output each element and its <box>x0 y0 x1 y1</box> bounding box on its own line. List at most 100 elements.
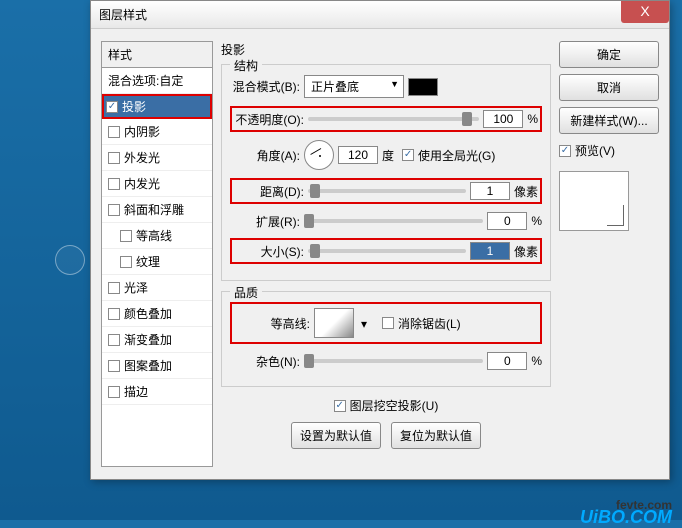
center-panel: 投影 结构 混合模式(B): 正片叠底 不透明度(O): 100 % 角度(A)… <box>221 41 551 467</box>
style-item-gradient-overlay[interactable]: 渐变叠加 <box>102 327 212 353</box>
ok-button[interactable]: 确定 <box>559 41 659 68</box>
antialias-label: 消除锯齿(L) <box>398 315 461 332</box>
style-item-color-overlay[interactable]: 颜色叠加 <box>102 301 212 327</box>
opacity-unit: % <box>527 112 538 126</box>
style-label: 渐变叠加 <box>124 331 172 348</box>
style-item-texture[interactable]: 纹理 <box>102 249 212 275</box>
blend-mode-dropdown[interactable]: 正片叠底 <box>304 75 404 98</box>
layer-style-dialog: 图层样式 X 样式 混合选项:自定 投影 内阴影 外发光 内发光 <box>90 0 670 480</box>
cancel-button[interactable]: 取消 <box>559 74 659 101</box>
opacity-input[interactable]: 100 <box>483 110 523 128</box>
checkbox-icon[interactable] <box>120 256 132 268</box>
close-button[interactable]: X <box>621 1 669 23</box>
checkbox-icon[interactable] <box>108 204 120 216</box>
size-label: 大小(S): <box>234 243 304 260</box>
noise-unit: % <box>531 354 542 368</box>
global-light-checkbox[interactable] <box>402 149 414 161</box>
blend-mode-label: 混合模式(B): <box>230 78 300 95</box>
structure-title: 结构 <box>230 57 262 74</box>
spread-unit: % <box>531 214 542 228</box>
angle-input[interactable]: 120 <box>338 146 378 164</box>
size-slider[interactable] <box>308 249 466 253</box>
styles-list: 样式 混合选项:自定 投影 内阴影 外发光 内发光 斜面和浮 <box>101 41 213 467</box>
checkbox-icon[interactable] <box>106 101 118 113</box>
distance-row: 距离(D): 1 像素 <box>230 178 542 204</box>
quality-title: 品质 <box>230 284 262 301</box>
reset-default-button[interactable]: 复位为默认值 <box>391 422 481 449</box>
knockout-label: 图层挖空投影(U) <box>350 397 439 414</box>
contour-label: 等高线: <box>240 315 310 332</box>
size-row: 大小(S): 1 像素 <box>230 238 542 264</box>
quality-fieldset: 品质 等高线: 消除锯齿(L) 杂色(N): 0 % <box>221 291 551 387</box>
angle-label: 角度(A): <box>230 147 300 164</box>
checkbox-icon[interactable] <box>108 308 120 320</box>
spread-input[interactable]: 0 <box>487 212 527 230</box>
preview-row: 预览(V) <box>559 142 659 159</box>
checkbox-icon[interactable] <box>108 178 120 190</box>
style-item-bevel[interactable]: 斜面和浮雕 <box>102 197 212 223</box>
style-label: 内阴影 <box>124 123 160 140</box>
style-label: 等高线 <box>136 227 172 244</box>
angle-unit: 度 <box>382 147 394 164</box>
style-item-outer-glow[interactable]: 外发光 <box>102 145 212 171</box>
dialog-title: 图层样式 <box>99 6 147 23</box>
default-buttons: 设置为默认值 复位为默认值 <box>221 422 551 449</box>
noise-row: 杂色(N): 0 % <box>230 352 542 370</box>
spread-slider[interactable] <box>304 219 483 223</box>
preview-checkbox[interactable] <box>559 145 571 157</box>
style-item-satin[interactable]: 光泽 <box>102 275 212 301</box>
checkbox-icon[interactable] <box>108 152 120 164</box>
antialias-checkbox[interactable] <box>382 317 394 329</box>
opacity-row: 不透明度(O): 100 % <box>230 106 542 132</box>
size-input[interactable]: 1 <box>470 242 510 260</box>
style-item-contour[interactable]: 等高线 <box>102 223 212 249</box>
checkbox-icon[interactable] <box>108 126 120 138</box>
opacity-label: 不透明度(O): <box>234 111 304 128</box>
global-light-label: 使用全局光(G) <box>418 147 495 164</box>
style-item-drop-shadow[interactable]: 投影 <box>102 94 212 119</box>
checkbox-icon[interactable] <box>120 230 132 242</box>
desktop-bubble <box>55 245 85 275</box>
contour-picker[interactable] <box>314 308 354 338</box>
style-item-pattern-overlay[interactable]: 图案叠加 <box>102 353 212 379</box>
style-item-stroke[interactable]: 描边 <box>102 379 212 405</box>
titlebar[interactable]: 图层样式 X <box>91 1 669 29</box>
noise-input[interactable]: 0 <box>487 352 527 370</box>
spread-label: 扩展(R): <box>230 213 300 230</box>
right-panel: 确定 取消 新建样式(W)... 预览(V) <box>559 41 659 467</box>
panel-title: 投影 <box>221 41 551 58</box>
knockout-row: 图层挖空投影(U) <box>221 397 551 414</box>
spread-row: 扩展(R): 0 % <box>230 212 542 230</box>
shadow-color-swatch[interactable] <box>408 78 438 96</box>
checkbox-icon[interactable] <box>108 334 120 346</box>
checkbox-icon[interactable] <box>108 282 120 294</box>
style-item-inner-shadow[interactable]: 内阴影 <box>102 119 212 145</box>
distance-label: 距离(D): <box>234 183 304 200</box>
style-label: 内发光 <box>124 175 160 192</box>
style-label: 描边 <box>124 383 148 400</box>
dialog-body: 样式 混合选项:自定 投影 内阴影 外发光 内发光 斜面和浮 <box>91 29 669 479</box>
blend-options-item[interactable]: 混合选项:自定 <box>102 68 212 94</box>
distance-unit: 像素 <box>514 183 538 200</box>
style-label: 投影 <box>122 98 146 115</box>
angle-dial[interactable] <box>304 140 334 170</box>
style-item-inner-glow[interactable]: 内发光 <box>102 171 212 197</box>
distance-slider[interactable] <box>308 189 466 193</box>
blend-mode-row: 混合模式(B): 正片叠底 <box>230 75 542 98</box>
checkbox-icon[interactable] <box>108 386 120 398</box>
distance-input[interactable]: 1 <box>470 182 510 200</box>
preview-box <box>559 171 629 231</box>
knockout-checkbox[interactable] <box>334 400 346 412</box>
noise-slider[interactable] <box>304 359 483 363</box>
new-style-button[interactable]: 新建样式(W)... <box>559 107 659 134</box>
style-label: 纹理 <box>136 253 160 270</box>
opacity-slider[interactable] <box>308 117 479 121</box>
set-default-button[interactable]: 设置为默认值 <box>291 422 381 449</box>
noise-label: 杂色(N): <box>230 353 300 370</box>
style-label: 外发光 <box>124 149 160 166</box>
angle-row: 角度(A): 120 度 使用全局光(G) <box>230 140 542 170</box>
style-label: 颜色叠加 <box>124 305 172 322</box>
blend-options-label: 混合选项:自定 <box>108 72 183 89</box>
checkbox-icon[interactable] <box>108 360 120 372</box>
watermark2: UiBO.COM <box>580 507 672 528</box>
